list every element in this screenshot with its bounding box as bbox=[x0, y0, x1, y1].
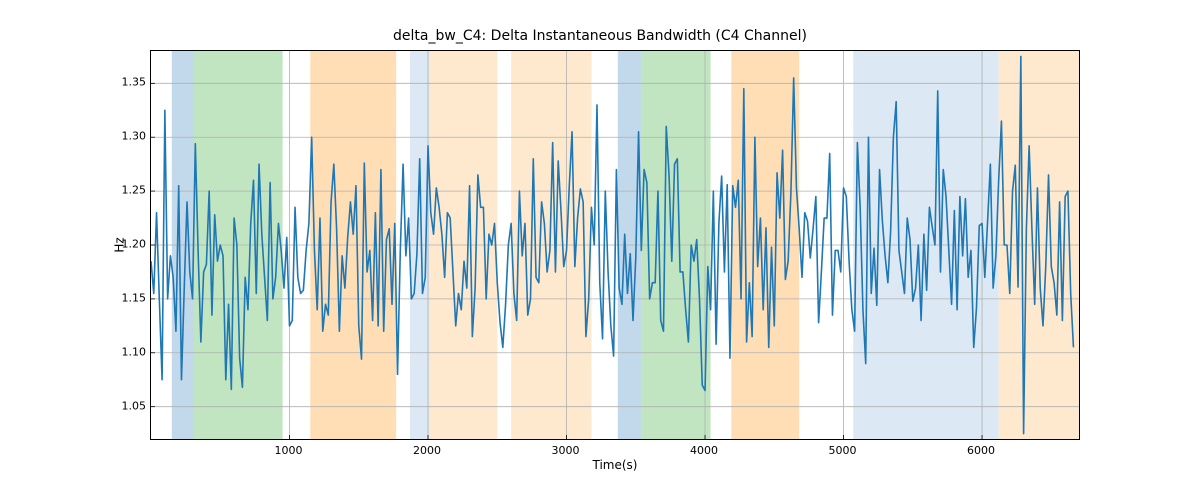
plot-area bbox=[150, 50, 1080, 440]
x-tick-label: 6000 bbox=[967, 444, 995, 457]
chart-title: delta_bw_C4: Delta Instantaneous Bandwid… bbox=[0, 28, 1200, 44]
x-tick-label: 5000 bbox=[829, 444, 857, 457]
y-axis-label-container: Hz bbox=[112, 50, 128, 440]
x-tick-label: 3000 bbox=[552, 444, 580, 457]
y-axis-label: Hz bbox=[113, 237, 127, 252]
x-tick-label: 4000 bbox=[690, 444, 718, 457]
x-tick-label: 1000 bbox=[275, 444, 303, 457]
line-chart-svg bbox=[151, 51, 1079, 439]
x-tick-label: 2000 bbox=[413, 444, 441, 457]
x-axis-label: Time(s) bbox=[150, 458, 1080, 472]
figure: delta_bw_C4: Delta Instantaneous Bandwid… bbox=[0, 0, 1200, 500]
